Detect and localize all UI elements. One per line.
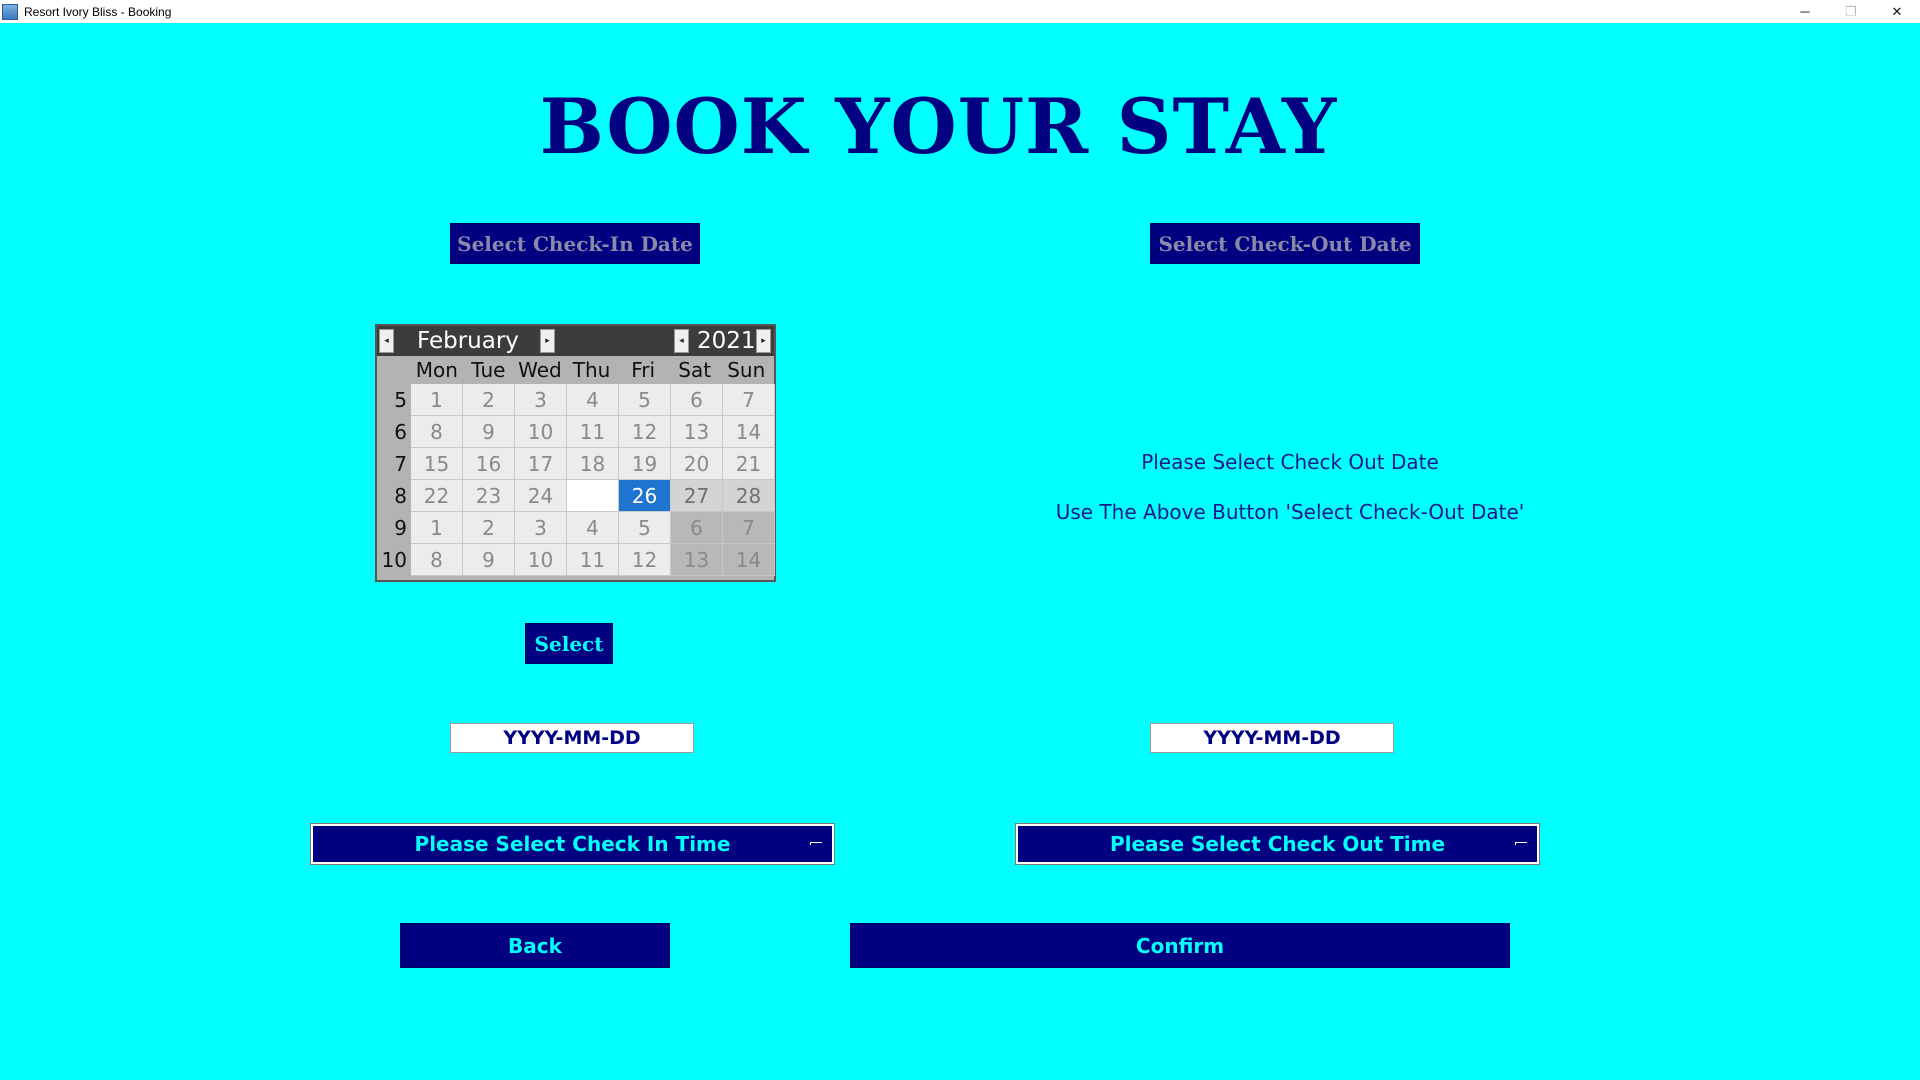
calendar-day-selected[interactable]: 26: [619, 480, 671, 512]
week-number: 6: [394, 420, 407, 444]
maximize-button[interactable]: ❐: [1828, 0, 1874, 23]
calendar-day[interactable]: 7: [723, 384, 775, 416]
weekday-label: Sun: [727, 358, 766, 382]
weekday-label: Wed: [518, 358, 562, 382]
calendar-day[interactable]: 22: [411, 480, 463, 512]
calendar-day-grid: 1 2 3 4 5 6 7 8 9 10 11 12 13 14 15 16 1…: [411, 384, 775, 576]
calendar-day[interactable]: 1: [411, 384, 463, 416]
back-button[interactable]: Back: [400, 923, 670, 968]
weekday-label: Tue: [471, 358, 506, 382]
calendar-day[interactable]: 8: [411, 544, 463, 576]
calendar-day[interactable]: 10: [515, 544, 567, 576]
calendar-weekday-header: Mon Tue Wed Thu Fri Sat Sun: [411, 358, 772, 382]
select-checkout-date-button[interactable]: Select Check-Out Date: [1150, 223, 1420, 264]
checkin-calendar[interactable]: ◂ February ▸ ◂ 2021 ▸ Mon Tue Wed Thu Fr…: [375, 324, 776, 582]
checkout-time-label: Please Select Check Out Time: [1109, 832, 1446, 856]
prev-year-icon[interactable]: ◂: [674, 329, 689, 353]
select-date-button[interactable]: Select: [525, 623, 613, 664]
checkout-instruction: Use The Above Button 'Select Check-Out D…: [1055, 500, 1525, 524]
checkout-message: Please Select Check Out Date: [1141, 450, 1439, 474]
checkout-date-field[interactable]: YYYY-MM-DD: [1150, 723, 1394, 753]
calendar-day[interactable]: 3: [515, 384, 567, 416]
weekday-label: Sat: [678, 358, 712, 382]
next-month-icon[interactable]: ▸: [540, 329, 555, 353]
calendar-day[interactable]: 21: [723, 448, 775, 480]
window-titlebar: Resort Ivory Bliss - Booking ─ ❐ ✕: [0, 0, 1920, 23]
calendar-header: ◂ February ▸ ◂ 2021 ▸: [377, 326, 774, 356]
calendar-day[interactable]: 16: [463, 448, 515, 480]
calendar-day[interactable]: 12: [619, 416, 671, 448]
calendar-day[interactable]: 3: [515, 512, 567, 544]
checkin-time-label: Please Select Check In Time: [414, 832, 731, 856]
calendar-day[interactable]: 4: [567, 512, 619, 544]
calendar-day[interactable]: 12: [619, 544, 671, 576]
page-title: BOOK YOUR STAY: [539, 82, 1338, 171]
checkin-date-field[interactable]: YYYY-MM-DD: [450, 723, 694, 753]
calendar-day[interactable]: 5: [619, 384, 671, 416]
calendar-day[interactable]: 6: [671, 384, 723, 416]
next-year-icon[interactable]: ▸: [756, 329, 771, 353]
calendar-day[interactable]: 10: [515, 416, 567, 448]
week-number: 7: [394, 452, 407, 476]
calendar-day[interactable]: 2: [463, 384, 515, 416]
calendar-day[interactable]: 19: [619, 448, 671, 480]
app-icon: [2, 3, 18, 20]
calendar-day[interactable]: 13: [671, 544, 723, 576]
weekday-label: Mon: [415, 358, 458, 382]
calendar-day[interactable]: 20: [671, 448, 723, 480]
calendar-day[interactable]: 13: [671, 416, 723, 448]
calendar-day[interactable]: 17: [515, 448, 567, 480]
calendar-day[interactable]: 14: [723, 416, 775, 448]
week-number: 9: [394, 516, 407, 540]
calendar-day[interactable]: 6: [671, 512, 723, 544]
weekday-label: Thu: [572, 358, 611, 382]
calendar-day[interactable]: 23: [463, 480, 515, 512]
calendar-day[interactable]: 1: [411, 512, 463, 544]
close-button[interactable]: ✕: [1874, 0, 1920, 23]
calendar-year: 2021: [697, 328, 756, 354]
calendar-day[interactable]: 24: [515, 480, 567, 512]
weekday-label: Fri: [631, 358, 656, 382]
calendar-day[interactable]: 15: [411, 448, 463, 480]
calendar-day[interactable]: 18: [567, 448, 619, 480]
calendar-month: February: [417, 328, 519, 354]
week-number: 10: [381, 548, 407, 572]
calendar-day[interactable]: 11: [567, 544, 619, 576]
calendar-week-numbers: 5 6 7 8 9 10: [377, 384, 411, 576]
calendar-day[interactable]: 8: [411, 416, 463, 448]
calendar-day[interactable]: 5: [619, 512, 671, 544]
checkout-time-dropdown[interactable]: Please Select Check Out Time: [1015, 823, 1540, 865]
calendar-day[interactable]: 9: [463, 416, 515, 448]
dropdown-indicator-icon: [1515, 842, 1527, 845]
calendar-day[interactable]: 14: [723, 544, 775, 576]
week-number: 8: [394, 484, 407, 508]
calendar-day[interactable]: 7: [723, 512, 775, 544]
select-checkin-date-button[interactable]: Select Check-In Date: [450, 223, 700, 264]
calendar-day-today[interactable]: [567, 480, 619, 512]
checkin-time-dropdown[interactable]: Please Select Check In Time: [310, 823, 835, 865]
week-number: 5: [394, 388, 407, 412]
calendar-day[interactable]: 28: [723, 480, 775, 512]
window-title: Resort Ivory Bliss - Booking: [24, 4, 172, 19]
prev-month-icon[interactable]: ◂: [379, 329, 394, 353]
calendar-day[interactable]: 9: [463, 544, 515, 576]
calendar-day[interactable]: 27: [671, 480, 723, 512]
calendar-day[interactable]: 2: [463, 512, 515, 544]
minimize-button[interactable]: ─: [1782, 0, 1828, 23]
dropdown-indicator-icon: [810, 842, 822, 845]
window-controls: ─ ❐ ✕: [1782, 0, 1920, 23]
confirm-button[interactable]: Confirm: [850, 923, 1510, 968]
calendar-day[interactable]: 4: [567, 384, 619, 416]
calendar-day[interactable]: 11: [567, 416, 619, 448]
